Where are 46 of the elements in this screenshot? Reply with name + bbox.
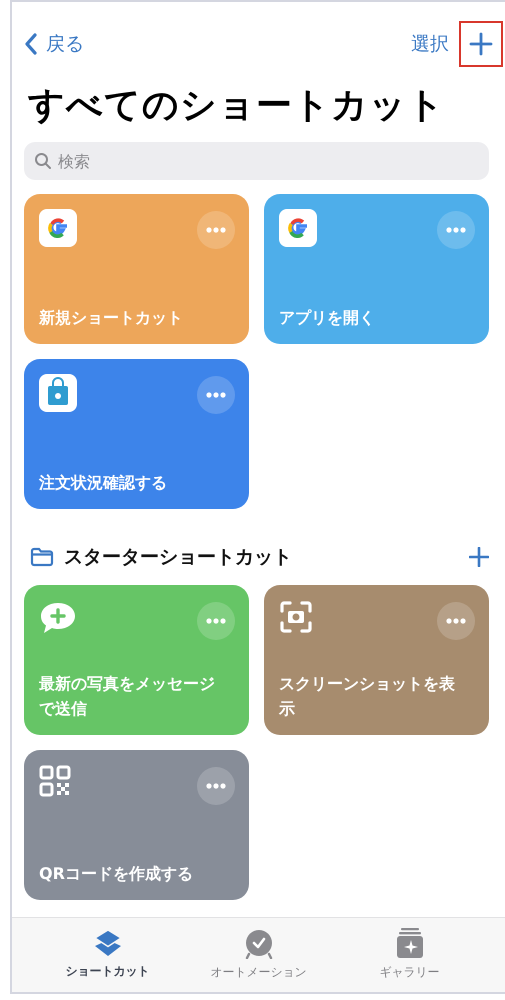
- speech-bubble-plus-icon: [39, 600, 77, 636]
- clock-check-icon: [242, 927, 274, 959]
- gallery-sparkle-icon: [394, 927, 424, 959]
- section-title: スターターショートカット: [64, 545, 293, 570]
- shortcut-title: 最新の写真をメッセージで送信: [39, 673, 216, 720]
- shortcut-title: 新規ショートカット: [39, 307, 184, 329]
- shortcut-card[interactable]: アプリを開く: [264, 194, 489, 344]
- ellipsis-icon: [206, 783, 226, 789]
- more-button[interactable]: [437, 211, 475, 249]
- shortcut-card[interactable]: 最新の写真をメッセージで送信: [24, 585, 249, 735]
- select-button[interactable]: 選択: [411, 31, 449, 57]
- shortcut-title: アプリを開く: [279, 307, 376, 329]
- more-button[interactable]: [197, 376, 235, 414]
- more-button[interactable]: [437, 602, 475, 640]
- tab[interactable]: ギャラリー: [334, 918, 485, 990]
- shortcut-card[interactable]: QRコードを作成する: [24, 750, 249, 900]
- add-button[interactable]: [459, 21, 503, 67]
- add-button[interactable]: [469, 547, 489, 567]
- page-title: すべてのショートカット: [28, 84, 446, 128]
- chevron-left-icon: [24, 33, 38, 55]
- ellipsis-icon: [446, 227, 466, 233]
- ellipsis-icon: [446, 618, 466, 624]
- google-icon: [279, 209, 317, 247]
- shortcut-card[interactable]: スクリーンショットを表示: [264, 585, 489, 735]
- tab[interactable]: ショートカット: [32, 918, 183, 990]
- qr-code-icon: [39, 765, 71, 797]
- ellipsis-icon: [206, 618, 226, 624]
- folder-icon: [30, 547, 54, 567]
- shortcut-title: 注文状況確認する: [39, 472, 168, 494]
- more-button[interactable]: [197, 602, 235, 640]
- more-button[interactable]: [197, 211, 235, 249]
- camera-viewfinder-icon: [279, 600, 313, 634]
- ellipsis-icon: [206, 227, 226, 233]
- back-button[interactable]: 戻る: [24, 31, 84, 57]
- shortcut-title: QRコードを作成する: [39, 863, 194, 885]
- tab[interactable]: オートメーション: [183, 918, 334, 990]
- more-button[interactable]: [197, 767, 235, 805]
- shortcut-card[interactable]: 新規ショートカット: [24, 194, 249, 344]
- plus-icon: [469, 32, 493, 56]
- search-icon: [34, 152, 52, 170]
- search-field[interactable]: 検索: [24, 142, 489, 180]
- shortcut-title: スクリーンショットを表示: [279, 673, 456, 720]
- google-icon: [39, 209, 77, 247]
- shortcut-card[interactable]: 注文状況確認する: [24, 359, 249, 509]
- ellipsis-icon: [206, 392, 226, 398]
- plus-icon: [469, 547, 489, 567]
